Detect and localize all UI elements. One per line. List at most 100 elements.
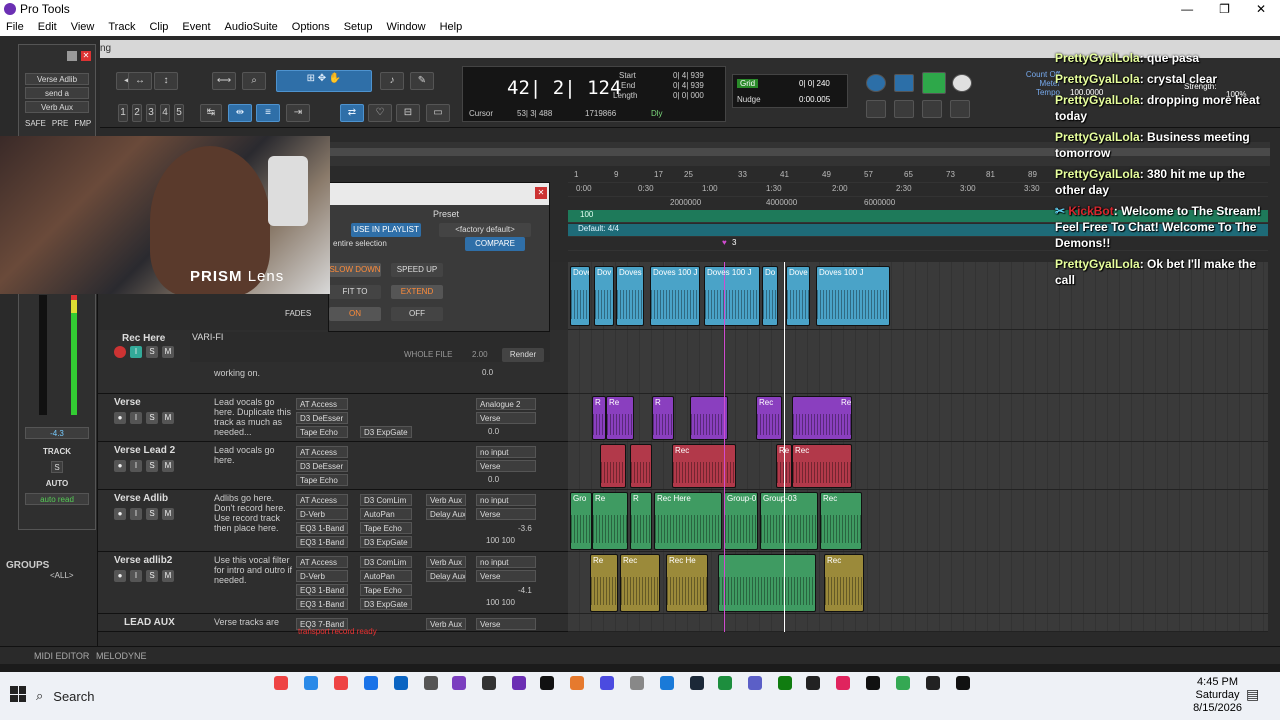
group-5-button[interactable]: 5 xyxy=(174,104,184,122)
melodyne-tab[interactable]: MELODYNE xyxy=(96,651,147,661)
snap-button[interactable]: ⊟ xyxy=(396,104,420,122)
audio-clip[interactable]: Rec Here xyxy=(654,492,722,550)
length-value[interactable]: 0| 0| 000 xyxy=(673,91,704,100)
solo-button[interactable]: S xyxy=(51,461,63,473)
insert-slot[interactable]: AutoPan xyxy=(360,508,412,520)
track-verse-adlib[interactable]: Verse Adlib ● I S M Adlibs go here. Don't r… xyxy=(98,490,568,552)
insert-slot[interactable]: D3 ExpGate xyxy=(360,598,412,610)
app-icon[interactable] xyxy=(424,676,438,690)
track-lead-aux[interactable]: LEAD AUX Verse tracks are EQ3 7-Band Ver… xyxy=(98,614,568,636)
menu-setup[interactable]: Setup xyxy=(344,21,373,33)
window-menu-icon[interactable] xyxy=(67,51,77,61)
audio-clip[interactable]: Rec xyxy=(756,396,782,440)
steam-icon[interactable] xyxy=(690,676,704,690)
audio-clip[interactable]: Rec xyxy=(620,554,660,612)
lane-verse[interactable]: R Re R Rec Re xyxy=(568,394,1268,442)
close-icon[interactable]: ✕ xyxy=(535,187,547,199)
audio-clip[interactable]: Re xyxy=(792,396,852,440)
pan-value[interactable]: 100 100 xyxy=(486,598,515,607)
input-selector[interactable]: Verse xyxy=(476,618,536,630)
app-icon[interactable] xyxy=(364,676,378,690)
audio-clip[interactable]: Doves 100 J xyxy=(704,266,760,326)
app-icon[interactable] xyxy=(630,676,644,690)
group-2-button[interactable]: 2 xyxy=(132,104,142,122)
menu-window[interactable]: Window xyxy=(386,21,425,33)
media-icon[interactable] xyxy=(540,676,554,690)
outlook-icon[interactable] xyxy=(394,676,408,690)
insert-slot[interactable]: D-Verb xyxy=(296,570,348,582)
link-track-button[interactable]: ≡ xyxy=(256,104,280,122)
smart-tool[interactable]: ⊞ ✥ ✋ xyxy=(276,70,372,92)
insert-slot[interactable]: AT Access xyxy=(296,398,348,410)
mute-button[interactable]: M xyxy=(162,570,174,582)
stop-button[interactable] xyxy=(894,74,914,92)
mute-button[interactable]: M xyxy=(162,346,174,358)
solo-button[interactable]: S xyxy=(146,508,158,520)
insert-slot[interactable]: D-Verb xyxy=(296,508,348,520)
group-1-button[interactable]: 1 xyxy=(118,104,128,122)
menu-clip[interactable]: Clip xyxy=(149,21,168,33)
play-button[interactable] xyxy=(922,72,946,94)
track-comment[interactable]: Adlibs go here. Don't record here. Use r… xyxy=(214,493,294,533)
zoom-tool[interactable]: ⌕ xyxy=(242,72,266,90)
insert-slot[interactable]: D3 ComLim xyxy=(360,556,412,568)
menu-track[interactable]: Track xyxy=(108,21,135,33)
audio-clip[interactable]: Rec He xyxy=(666,554,708,612)
close-button[interactable]: ✕ xyxy=(1256,2,1266,16)
extend-button[interactable]: EXTEND xyxy=(391,285,443,299)
menu-file[interactable]: File xyxy=(6,21,24,33)
audio-clip[interactable]: Doves xyxy=(616,266,644,326)
pan-value[interactable]: 100 100 xyxy=(486,536,515,545)
insert-slot[interactable]: EQ3 1-Band xyxy=(296,598,348,610)
meter-label[interactable]: Meter xyxy=(1006,79,1060,88)
tab-to-transient-button[interactable]: ↹ xyxy=(200,104,222,122)
zoom-v-button[interactable]: ↕ xyxy=(154,72,178,90)
input-monitor-button[interactable]: I xyxy=(130,460,142,472)
solo-button[interactable]: S xyxy=(146,412,158,424)
input-monitor-button[interactable]: I xyxy=(130,346,142,358)
audio-clip[interactable]: Re xyxy=(592,492,628,550)
menu-view[interactable]: View xyxy=(71,21,95,33)
volume-value[interactable]: -4.1 xyxy=(518,586,532,595)
input-selector[interactable]: Analogue 2 xyxy=(476,398,536,410)
audio-clip[interactable]: Do xyxy=(762,266,778,326)
record-button[interactable] xyxy=(952,74,972,92)
insert-slot[interactable]: D3 ExpGate xyxy=(360,536,412,548)
link-timeline-button[interactable]: ⇹ xyxy=(228,104,252,122)
group-3-button[interactable]: 3 xyxy=(146,104,156,122)
audio-clip[interactable] xyxy=(630,444,652,488)
audio-clip[interactable]: Rec xyxy=(820,492,862,550)
audio-clip[interactable]: R xyxy=(592,396,606,440)
grid-label[interactable]: Grid xyxy=(737,79,759,88)
chrome-icon[interactable] xyxy=(334,676,348,690)
rewind-button[interactable] xyxy=(894,100,914,118)
tempo-label[interactable]: Tempo xyxy=(1006,88,1060,97)
insert-slot[interactable]: Tape Echo xyxy=(296,474,348,486)
go-to-start-button[interactable] xyxy=(866,100,886,118)
whole-file-mode[interactable]: WHOLE FILE xyxy=(404,350,452,359)
marker-icon[interactable]: ♥ xyxy=(722,238,727,247)
nudge-label[interactable]: Nudge xyxy=(737,95,761,104)
insert-slot[interactable]: AT Access xyxy=(296,446,348,458)
audio-clip[interactable]: Doves 100 J xyxy=(650,266,700,326)
audio-clip[interactable]: Dove xyxy=(786,266,810,326)
send-level-value[interactable]: -4.3 xyxy=(25,427,89,439)
track-name[interactable]: Verse Lead 2 xyxy=(114,445,175,456)
audio-clip[interactable]: Doves 100 J xyxy=(816,266,890,326)
menu-event[interactable]: Event xyxy=(182,21,210,33)
track-comment[interactable]: Lead vocals go here. Duplicate this trac… xyxy=(214,397,294,437)
solo-button[interactable]: S xyxy=(146,346,158,358)
input-selector[interactable]: no input xyxy=(476,556,536,568)
track-verse[interactable]: Verse ● I S M Lead vocals go here. Duplicat… xyxy=(98,394,568,442)
solo-button[interactable]: S xyxy=(146,460,158,472)
insert-slot[interactable]: EQ3 1-Band xyxy=(296,522,348,534)
automation-mode-selector[interactable]: auto read xyxy=(25,493,89,505)
record-enable-button[interactable]: ● xyxy=(114,570,126,582)
output-selector[interactable]: Verse xyxy=(476,412,536,424)
track-comment[interactable]: Lead vocals go here. xyxy=(214,445,294,465)
menu-audiosuite[interactable]: AudioSuite xyxy=(225,21,278,33)
fades-on-button[interactable]: ON xyxy=(329,307,381,321)
audio-clip[interactable]: R xyxy=(652,396,674,440)
selection-mode-selector[interactable]: entire selection xyxy=(333,239,387,248)
send-track-name[interactable]: Verse Adlib xyxy=(25,73,89,85)
